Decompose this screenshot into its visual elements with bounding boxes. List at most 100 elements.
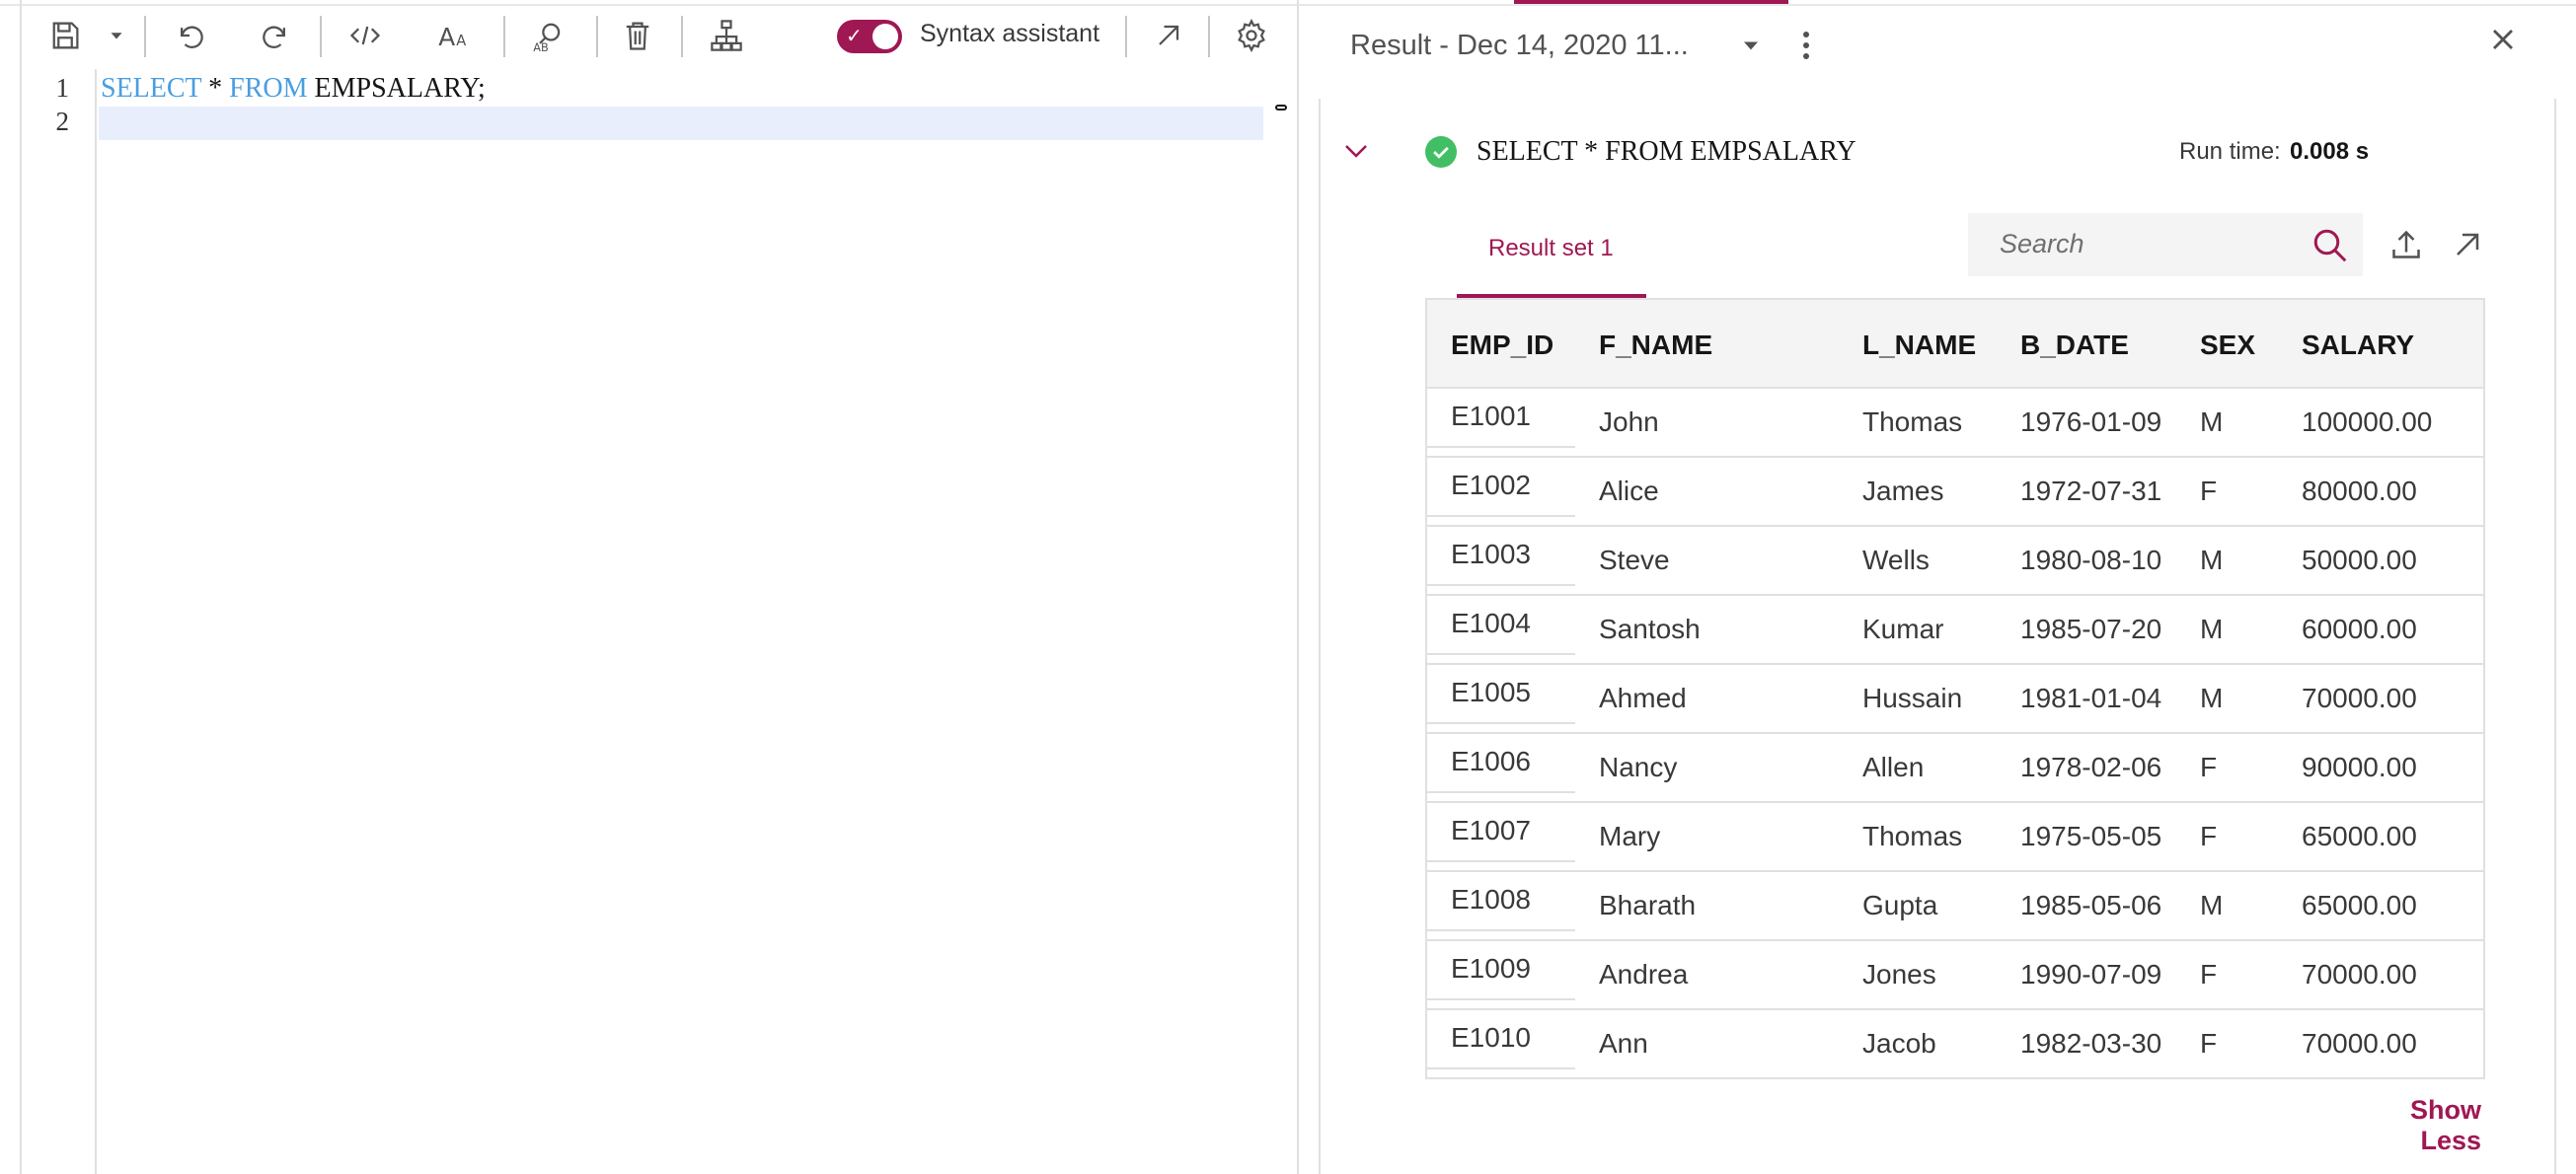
table-cell: Allen: [1862, 752, 1925, 782]
table-cell: 1985-05-06: [2020, 890, 2162, 920]
table-cell: 1975-05-05: [2020, 821, 2162, 851]
tab-label: Result set 1: [1488, 235, 1614, 261]
table-cell: F: [2200, 476, 2218, 506]
table-cell: 1985-07-20: [2020, 614, 2162, 644]
overflow-menu-icon[interactable]: [1798, 22, 1826, 69]
table-cell: 1972-07-31: [2020, 476, 2162, 506]
table-cell: John: [1599, 406, 1659, 437]
font-size-icon[interactable]: AA: [426, 8, 482, 63]
syntax-assistant-label: Syntax assistant: [920, 20, 1100, 47]
table-cell: Kumar: [1862, 614, 1944, 644]
table-cell: E1008: [1451, 884, 1531, 915]
settings-icon[interactable]: [1224, 8, 1279, 63]
table-cell: 70000.00: [2302, 959, 2417, 990]
table-row: E1002 Alice James 1972-07-31 F 80000.00: [1427, 458, 2483, 527]
table-cell: 70000.00: [2302, 683, 2417, 713]
table-cell: F: [2200, 821, 2218, 851]
sql-token: *: [201, 73, 230, 104]
close-icon[interactable]: [2485, 22, 2521, 62]
toolbar-separator: [596, 16, 598, 57]
explain-tree-icon[interactable]: [699, 8, 754, 63]
result-table: EMP_ID F_NAME L_NAME B_DATE SEX SALARY E1001 J…: [1425, 298, 2485, 1079]
table-cell: Ann: [1599, 1028, 1648, 1059]
syntax-assistant-toggle[interactable]: ✓: [837, 20, 902, 53]
table-cell: M: [2200, 683, 2224, 713]
cell-divider: [1427, 998, 1575, 1000]
table-cell: Hussain: [1862, 683, 1963, 713]
table-header-row: EMP_ID F_NAME L_NAME B_DATE SEX SALARY: [1427, 300, 2483, 389]
expand-popout-icon[interactable]: [2448, 225, 2487, 269]
table-row: E1001 John Thomas 1976-01-09 M 100000.00: [1427, 389, 2483, 458]
table-cell: E1002: [1451, 470, 1531, 500]
sql-token: EMPSALARY;: [307, 73, 486, 104]
result-panel-right-border: [2554, 99, 2556, 1174]
result-history-title[interactable]: Result - Dec 14, 2020 11...: [1350, 30, 1689, 62]
check-icon: ✓: [846, 24, 863, 47]
table-cell: M: [2200, 545, 2224, 575]
redo-icon[interactable]: [249, 8, 304, 63]
toolbar-separator: [503, 16, 505, 57]
show-less-link[interactable]: Show Less: [2347, 1095, 2481, 1156]
table-cell: E1010: [1451, 1022, 1531, 1053]
column-header[interactable]: EMP_ID: [1451, 330, 1553, 361]
search-input[interactable]: Search: [2000, 229, 2084, 259]
search-box[interactable]: Search: [1968, 213, 2363, 276]
toolbar-separator: [681, 16, 683, 57]
cell-divider: [1427, 584, 1575, 586]
table-cell: 1976-01-09: [2020, 406, 2162, 437]
cell-divider: [1427, 653, 1575, 655]
undo-icon[interactable]: [162, 8, 217, 63]
table-row: E1006 Nancy Allen 1978-02-06 F 90000.00: [1427, 734, 2483, 803]
table-cell: Alice: [1599, 476, 1659, 506]
column-header[interactable]: SEX: [2200, 330, 2255, 361]
table-body: E1001 John Thomas 1976-01-09 M 100000.00 E1002…: [1427, 389, 2483, 1077]
table-cell: F: [2200, 1028, 2218, 1059]
svg-text:A: A: [438, 23, 455, 51]
column-header[interactable]: B_DATE: [2020, 330, 2129, 361]
export-icon[interactable]: [2387, 225, 2426, 269]
left-edge-border: [20, 0, 22, 1174]
table-cell: Thomas: [1862, 821, 1963, 851]
save-dropdown-caret-icon[interactable]: [91, 8, 142, 63]
table-cell: Jacob: [1862, 1028, 1936, 1059]
sql-editor-line[interactable]: SELECT * FROM EMPSALARY;: [101, 73, 486, 105]
table-cell: 90000.00: [2302, 752, 2417, 782]
column-header[interactable]: SALARY: [2302, 330, 2414, 361]
table-row: E1010 Ann Jacob 1982-03-30 F 70000.00: [1427, 1010, 2483, 1077]
column-header[interactable]: F_NAME: [1599, 330, 1712, 361]
table-cell: M: [2200, 406, 2224, 437]
cell-divider: [1427, 791, 1575, 793]
table-cell: E1007: [1451, 815, 1531, 845]
table-row: E1008 Bharath Gupta 1985-05-06 M 65000.00: [1427, 872, 2483, 941]
sql-keyword: FROM: [229, 73, 308, 104]
table-cell: 60000.00: [2302, 614, 2417, 644]
cell-divider: [1427, 860, 1575, 862]
delete-icon[interactable]: [610, 8, 665, 63]
code-icon[interactable]: [338, 8, 393, 63]
table-cell: E1006: [1451, 746, 1531, 776]
cell-divider: [1427, 929, 1575, 931]
active-line-highlight: [99, 107, 1263, 140]
cell-divider: [1427, 722, 1575, 724]
editor-result-divider: [1297, 0, 1299, 1174]
table-cell: James: [1862, 476, 1944, 506]
gutter-border: [95, 69, 97, 1174]
table-cell: 70000.00: [2302, 1028, 2417, 1059]
save-icon[interactable]: [38, 8, 93, 63]
find-replace-icon[interactable]: AB: [521, 8, 576, 63]
collapse-chevron-icon[interactable]: [1340, 134, 1372, 171]
minimap-marker: [1275, 105, 1287, 110]
search-icon[interactable]: [2310, 225, 2349, 269]
column-header[interactable]: L_NAME: [1862, 330, 1976, 361]
popout-icon[interactable]: [1141, 8, 1196, 63]
tab-result-set-1[interactable]: Result set 1: [1457, 213, 1646, 298]
table-cell: E1005: [1451, 677, 1531, 707]
table-cell: Bharath: [1599, 890, 1697, 920]
table-cell: F: [2200, 959, 2218, 990]
table-cell: Gupta: [1862, 890, 1938, 920]
line-number: 1: [55, 73, 70, 103]
table-cell: Santosh: [1599, 614, 1701, 644]
table-cell: 80000.00: [2302, 476, 2417, 506]
result-dropdown-caret-icon[interactable]: [1737, 32, 1765, 64]
table-row: E1004 Santosh Kumar 1985-07-20 M 60000.00: [1427, 596, 2483, 665]
